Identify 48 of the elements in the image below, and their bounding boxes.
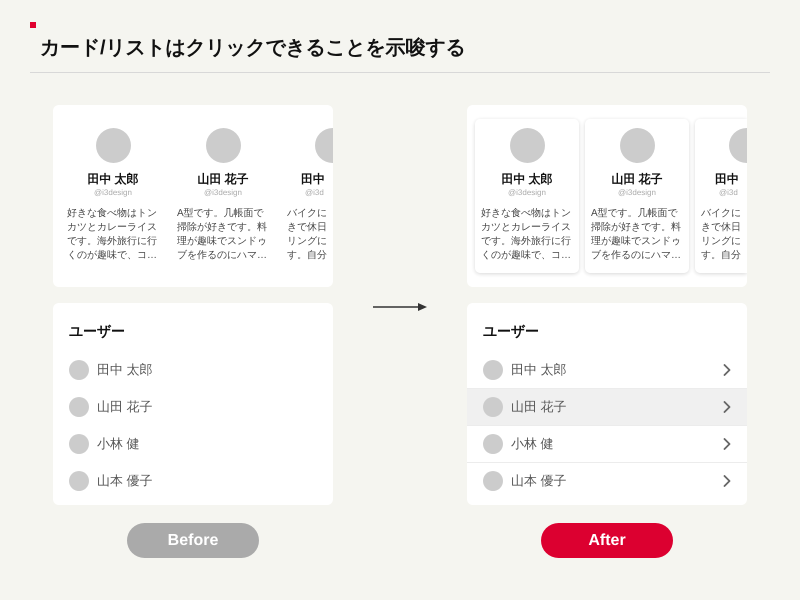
- user-list-item[interactable]: 田中 太郎: [53, 351, 333, 388]
- chevron-right-icon: [723, 401, 731, 413]
- profile-name: 田中: [714, 171, 740, 187]
- profile-description: バイクにきで休日リングにす。自分: [287, 207, 327, 263]
- avatar-icon: [483, 397, 503, 417]
- avatar-icon: [483, 434, 503, 454]
- right-arrow-icon: [373, 302, 427, 312]
- slide-title: カード/リストはクリックできることを示唆する: [40, 36, 467, 61]
- user-list-item[interactable]: 小林 健: [53, 425, 333, 462]
- profile-handle: @i3d: [304, 187, 325, 198]
- avatar-icon: [69, 396, 89, 416]
- chevron-right-icon: [723, 364, 731, 376]
- caption-pill: After: [541, 523, 673, 558]
- profile-handle: @i3d: [718, 187, 739, 198]
- profile-handle: @i3design: [203, 187, 243, 198]
- avatar-icon: [69, 434, 89, 454]
- list-heading: ユーザー: [482, 322, 540, 341]
- profile-description: A型です。几帳面で掃除が好きです。料理が趣味でスンドゥブを作るのにハマ…: [177, 207, 268, 263]
- profile-name: 山田 花子: [610, 171, 664, 187]
- user-list-item[interactable]: 田中 太郎: [467, 351, 747, 388]
- profile-description: 好きな食べ物はトンカツとカレーライスです。海外旅行に行くのが趣味で、コ…: [67, 207, 158, 263]
- profile-name: 山田 花子: [196, 171, 250, 187]
- user-list-item[interactable]: 山田 花子: [53, 388, 333, 425]
- user-list-item[interactable]: 小林 健: [467, 425, 747, 462]
- profile-card[interactable]: 田中 太郎 @i3design 好きな食べ物はトンカツとカレーライスです。海外旅行に行くのが趣味で、コ…: [475, 119, 579, 273]
- chevron-right-icon: [723, 438, 731, 450]
- list-heading: ユーザー: [68, 322, 126, 341]
- profile-description: 好きな食べ物はトンカツとカレーライスです。海外旅行に行くのが趣味で、コ…: [481, 207, 572, 263]
- profile-handle: @i3design: [93, 187, 133, 198]
- avatar-icon: [483, 471, 503, 491]
- profile-description: A型です。几帳面で掃除が好きです。料理が趣味でスンドゥブを作るのにハマ…: [591, 207, 682, 263]
- profile-description: バイクにきで休日リングにす。自分: [701, 207, 741, 263]
- user-list-item[interactable]: 山本 優子: [53, 462, 333, 499]
- accent-square-icon: [30, 22, 36, 28]
- caption-pill: Before: [127, 523, 259, 558]
- profile-name: 田中 太郎: [86, 171, 140, 187]
- profile-card[interactable]: 田中 @i3d バイクにきで休日リングにす。自分: [695, 119, 747, 273]
- avatar-icon: [483, 360, 503, 380]
- profile-card[interactable]: 山田 花子 @i3design A型です。几帳面で掃除が好きです。料理が趣味でスンドゥブを作るのにハマ…: [585, 119, 689, 273]
- avatar-icon: [69, 360, 89, 380]
- avatar-icon: [69, 470, 89, 490]
- profile-handle: @i3design: [617, 187, 657, 198]
- user-list-item[interactable]: 山田 花子: [467, 388, 747, 425]
- profile-handle: @i3design: [507, 187, 547, 198]
- user-list-item[interactable]: 山本 優子: [467, 462, 747, 499]
- chevron-right-icon: [723, 475, 731, 487]
- profile-name: 田中 太郎: [500, 171, 554, 187]
- profile-name: 田中: [300, 171, 326, 187]
